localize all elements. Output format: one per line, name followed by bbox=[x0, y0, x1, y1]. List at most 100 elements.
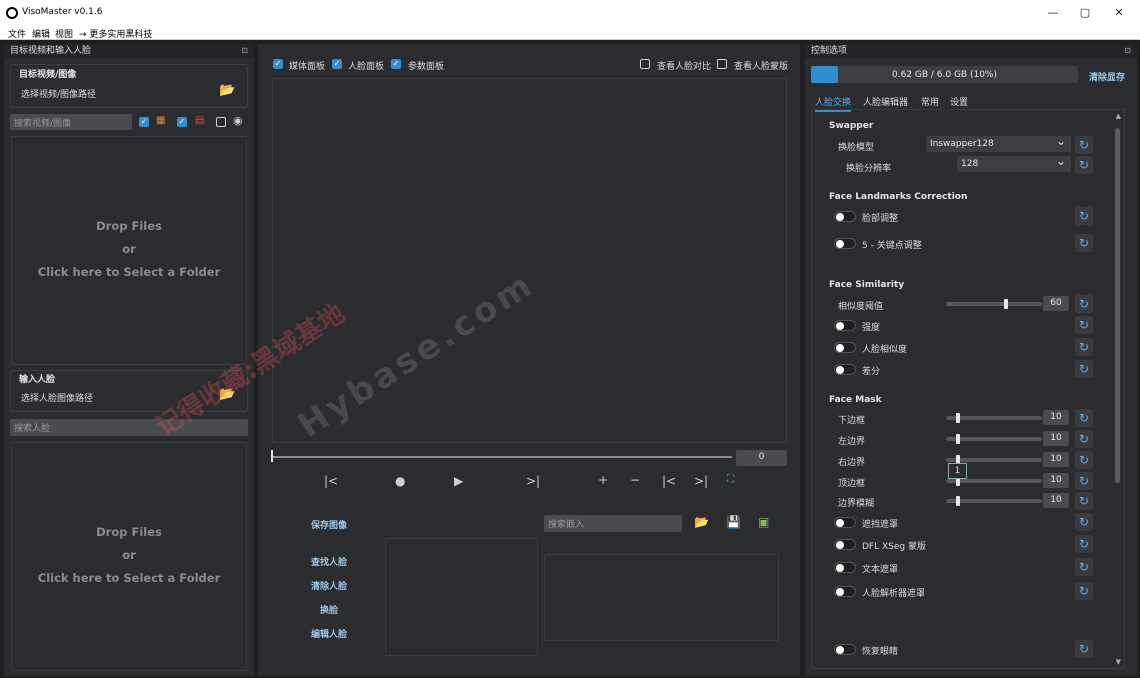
mask-view-checkbox[interactable] bbox=[717, 59, 727, 69]
reset-icon[interactable]: ↻ bbox=[1075, 492, 1093, 510]
restore-eyes-toggle[interactable] bbox=[834, 644, 856, 655]
face-parser-mask-toggle[interactable] bbox=[834, 586, 856, 597]
target-group-title: 目标视频/图像 bbox=[19, 70, 77, 80]
search-target-input[interactable]: 搜索视频/图像 bbox=[10, 114, 132, 130]
clear-vram-button[interactable]: 清除显存 bbox=[1089, 70, 1125, 83]
filter-webcam-checkbox[interactable] bbox=[216, 117, 226, 127]
reset-icon[interactable]: ↻ bbox=[1075, 136, 1093, 154]
slider-handle[interactable] bbox=[956, 413, 960, 423]
menu-more[interactable]: → 更多实用黑科技 bbox=[79, 27, 152, 40]
mask-slider-track[interactable] bbox=[946, 479, 1042, 483]
media-panel-checkbox[interactable] bbox=[273, 59, 283, 69]
frame-number-input[interactable]: 0 bbox=[736, 450, 787, 466]
mask-slider-track[interactable] bbox=[946, 458, 1042, 462]
face-similarity-toggle[interactable] bbox=[834, 342, 856, 353]
reset-icon[interactable]: ↻ bbox=[1075, 360, 1093, 378]
target-faces-list[interactable] bbox=[385, 538, 538, 656]
swap-resolution-select[interactable]: 128 bbox=[957, 153, 1071, 172]
swap-model-select[interactable]: Inswapper128 bbox=[926, 133, 1071, 152]
reset-icon[interactable]: ↻ bbox=[1075, 295, 1093, 313]
scrollbar-thumb[interactable] bbox=[1115, 128, 1120, 483]
minimize-button[interactable]: — bbox=[1040, 4, 1066, 22]
tab-common[interactable]: 常用 bbox=[921, 95, 939, 108]
reset-icon[interactable]: ↻ bbox=[1075, 472, 1093, 490]
strength-toggle[interactable] bbox=[834, 320, 856, 331]
reset-icon[interactable]: ↻ bbox=[1075, 207, 1093, 225]
pin-icon[interactable]: ⊡ bbox=[1124, 44, 1131, 58]
slider-handle[interactable] bbox=[956, 434, 960, 444]
dfl-xseg-toggle[interactable] bbox=[834, 539, 856, 550]
mask-slider-value[interactable]: 10 bbox=[1043, 493, 1069, 508]
reset-icon[interactable]: ↻ bbox=[1075, 513, 1093, 531]
mask-slider-track[interactable] bbox=[946, 437, 1042, 441]
timeline-slider[interactable] bbox=[272, 456, 732, 458]
menu-view[interactable]: 视图 bbox=[55, 27, 73, 40]
filter-video-checkbox[interactable] bbox=[177, 117, 187, 127]
occlusion-mask-toggle[interactable] bbox=[834, 517, 856, 528]
save-image-button[interactable]: 保存图像 bbox=[311, 518, 347, 531]
reset-icon[interactable]: ↻ bbox=[1075, 234, 1093, 252]
clear-faces-button[interactable]: 清除人脸 bbox=[311, 579, 347, 592]
keypoint-adjust-toggle[interactable] bbox=[834, 238, 856, 249]
maximize-button[interactable]: ▢ bbox=[1072, 4, 1098, 22]
target-dropzone[interactable]: Drop Files or Click here to Select a Fol… bbox=[11, 136, 247, 365]
open-embed-folder-icon[interactable]: 📂 bbox=[694, 515, 709, 529]
menu-file[interactable]: 文件 bbox=[8, 27, 26, 40]
slider-handle[interactable] bbox=[956, 496, 960, 506]
play-icon[interactable]: ▶ bbox=[454, 474, 463, 488]
filter-image-checkbox[interactable] bbox=[139, 117, 149, 127]
reset-icon[interactable]: ↻ bbox=[1075, 156, 1093, 174]
mask-slider-track[interactable] bbox=[946, 416, 1042, 420]
reset-icon[interactable]: ↻ bbox=[1075, 640, 1093, 658]
slider-handle[interactable] bbox=[1004, 299, 1008, 309]
reset-icon[interactable]: ↻ bbox=[1075, 451, 1093, 469]
reset-icon[interactable]: ↻ bbox=[1075, 535, 1093, 553]
tab-settings[interactable]: 设置 bbox=[950, 95, 968, 108]
scroll-up-icon[interactable]: ▲ bbox=[1116, 112, 1121, 120]
last-frame-icon[interactable]: >| bbox=[526, 474, 540, 488]
embeddings-list[interactable] bbox=[544, 554, 779, 641]
remove-marker-icon[interactable]: − bbox=[630, 473, 640, 487]
tab-face-editor[interactable]: 人脸编辑器 bbox=[863, 95, 908, 108]
mask-slider-track[interactable] bbox=[946, 499, 1042, 503]
reset-icon[interactable]: ↻ bbox=[1075, 409, 1093, 427]
face-dropzone[interactable]: Drop Files or Click here to Select a Fol… bbox=[11, 442, 247, 671]
reset-icon[interactable]: ↻ bbox=[1075, 582, 1093, 600]
reset-icon[interactable]: ↻ bbox=[1075, 430, 1093, 448]
next-marker-icon[interactable]: >| bbox=[694, 474, 708, 488]
param-panel-checkbox[interactable] bbox=[391, 59, 401, 69]
similarity-threshold-value[interactable]: 60 bbox=[1043, 296, 1069, 311]
reset-icon[interactable]: ↻ bbox=[1075, 558, 1093, 576]
record-icon[interactable]: ● bbox=[395, 474, 405, 488]
face-panel-checkbox[interactable] bbox=[332, 59, 342, 69]
fullscreen-icon[interactable]: ⛶ bbox=[727, 474, 734, 485]
folder-icon[interactable]: 📂 bbox=[219, 83, 235, 98]
save-embed-icon[interactable]: 💾 bbox=[726, 515, 741, 529]
pin-icon[interactable]: ⊡ bbox=[241, 44, 248, 58]
mask-slider-value[interactable]: 10 bbox=[1043, 473, 1069, 488]
timeline-handle[interactable] bbox=[271, 450, 273, 462]
search-embed-input[interactable]: 搜索嵌入 bbox=[544, 515, 682, 532]
scroll-down-icon[interactable]: ▼ bbox=[1116, 658, 1121, 666]
vram-progress-bar: 0.62 GB / 6.0 GB (10%) bbox=[811, 66, 1078, 83]
load-embed-icon[interactable]: ▣ bbox=[758, 515, 769, 529]
similarity-threshold-slider[interactable] bbox=[946, 302, 1042, 306]
menu-edit[interactable]: 编辑 bbox=[32, 27, 50, 40]
close-button[interactable]: ✕ bbox=[1106, 4, 1132, 22]
mask-slider-value[interactable]: 10 bbox=[1043, 410, 1069, 425]
add-marker-icon[interactable]: + bbox=[598, 473, 608, 487]
reset-icon[interactable]: ↻ bbox=[1075, 316, 1093, 334]
swap-faces-button[interactable]: 换脸 bbox=[320, 603, 338, 616]
first-frame-icon[interactable]: |< bbox=[324, 474, 338, 488]
compare-checkbox[interactable] bbox=[640, 59, 650, 69]
face-adjust-toggle[interactable] bbox=[834, 211, 856, 222]
text-mask-toggle[interactable] bbox=[834, 562, 856, 573]
edit-faces-button[interactable]: 编辑人脸 bbox=[311, 627, 347, 640]
mask-slider-value[interactable]: 10 bbox=[1043, 431, 1069, 446]
mask-slider-value[interactable]: 10 bbox=[1043, 452, 1069, 467]
reset-icon[interactable]: ↻ bbox=[1075, 338, 1093, 356]
prev-marker-icon[interactable]: |< bbox=[662, 474, 676, 488]
search-face-input[interactable]: 搜索人脸 bbox=[10, 419, 248, 436]
differencing-toggle[interactable] bbox=[834, 364, 856, 375]
find-faces-button[interactable]: 查找人脸 bbox=[311, 555, 347, 568]
